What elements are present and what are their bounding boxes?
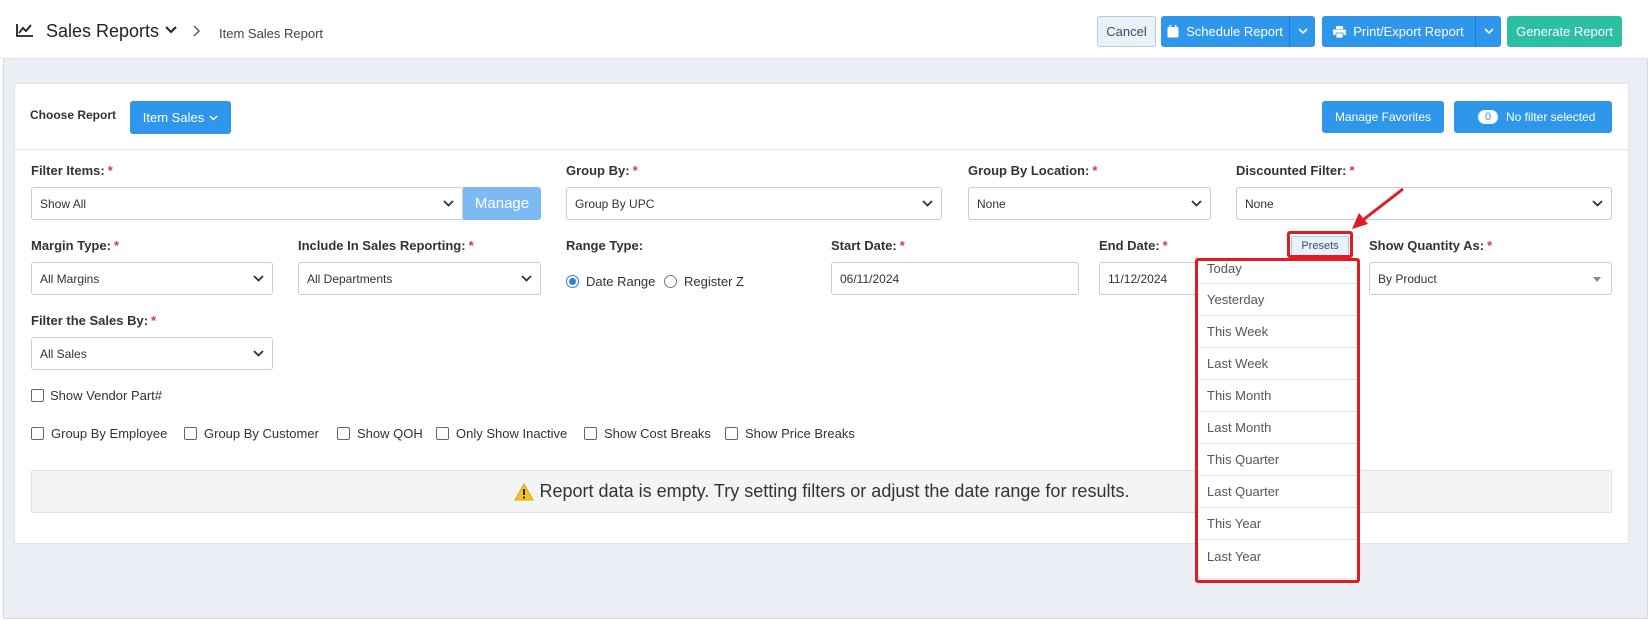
print-export-button[interactable]: Print/Export Report <box>1322 16 1475 47</box>
schedule-report-dropdown-toggle[interactable] <box>1289 16 1315 47</box>
discounted-filter-value: None <box>1245 196 1274 211</box>
chevron-down-icon <box>443 200 454 207</box>
filter-sales-by-label: Filter the Sales By: * <box>31 313 157 328</box>
print-export-label: Print/Export Report <box>1353 24 1464 39</box>
empty-report-alert: Report data is empty. Try setting filter… <box>31 470 1612 513</box>
choose-report-label: Choose Report <box>30 108 117 122</box>
presets-dropdown-highlight <box>1195 258 1360 583</box>
discounted-filter-label: Discounted Filter: * <box>1236 163 1355 178</box>
margin-type-select[interactable]: All Margins <box>31 262 273 295</box>
end-date-input[interactable]: 11/12/2024 <box>1099 262 1209 295</box>
chevron-down-icon <box>1191 200 1202 207</box>
filter-status-button[interactable]: 0 No filter selected <box>1454 101 1612 133</box>
print-export-dropdown-toggle[interactable] <box>1475 16 1501 47</box>
show-vendor-part-label: Show Vendor Part# <box>50 388 163 403</box>
group-by-location-value: None <box>977 196 1006 211</box>
group-by-customer-checkbox[interactable] <box>184 427 197 440</box>
discounted-filter-select[interactable]: None <box>1236 187 1612 220</box>
show-qoh-label: Show QOH <box>357 426 423 441</box>
date-range-label: Date Range <box>586 274 656 289</box>
group-by-employee-label: Group By Employee <box>51 426 168 441</box>
show-quantity-label: Show Quantity As: * <box>1369 238 1493 253</box>
group-by-location-label: Group By Location: * <box>968 163 1098 178</box>
chevron-down-icon <box>253 275 264 282</box>
manage-items-button[interactable]: Manage <box>463 187 541 220</box>
include-sales-value: All Departments <box>307 271 393 286</box>
chevron-down-icon[interactable] <box>165 25 177 35</box>
report-type-dropdown[interactable]: Item Sales <box>130 101 231 134</box>
chevron-down-icon <box>209 114 218 121</box>
page-title[interactable]: Sales Reports <box>46 21 159 42</box>
end-date-label: End Date: * <box>1099 238 1168 253</box>
cancel-button[interactable]: Cancel <box>1097 16 1156 47</box>
only-show-inactive-label: Only Show Inactive <box>456 426 568 441</box>
include-sales-label: Include In Sales Reporting: * <box>298 238 474 253</box>
report-type-label: Item Sales <box>142 110 205 125</box>
start-date-value: 06/11/2024 <box>840 271 900 286</box>
register-z-label: Register Z <box>684 274 744 289</box>
show-price-breaks-checkbox[interactable] <box>725 427 738 440</box>
annotation-arrow-icon <box>1352 187 1404 229</box>
chevron-down-icon <box>1592 200 1603 207</box>
line-chart-icon <box>16 24 33 37</box>
schedule-report-button[interactable]: Schedule Report <box>1161 16 1289 47</box>
filter-count-badge: 0 <box>1478 110 1498 124</box>
register-z-radio[interactable] <box>664 275 677 288</box>
chevron-down-icon <box>1297 28 1308 35</box>
only-show-inactive-checkbox[interactable] <box>436 427 449 440</box>
show-cost-breaks-checkbox[interactable] <box>584 427 597 440</box>
show-quantity-select[interactable]: By Product <box>1369 262 1612 295</box>
range-type-label: Range Type: <box>566 238 644 253</box>
manage-favorites-button[interactable]: Manage Favorites <box>1322 101 1444 133</box>
include-sales-select[interactable]: All Departments <box>298 262 541 295</box>
filter-items-select[interactable]: Show All <box>31 187 463 220</box>
margin-type-label: Margin Type: * <box>31 238 119 253</box>
end-date-value: 11/12/2024 <box>1108 271 1168 286</box>
caret-down-icon <box>1593 277 1601 282</box>
group-by-value: Group By UPC <box>575 196 655 211</box>
show-price-breaks-label: Show Price Breaks <box>745 426 855 441</box>
group-by-label: Group By: * <box>566 163 638 178</box>
filter-sales-by-select[interactable]: All Sales <box>31 337 273 370</box>
date-range-radio[interactable] <box>566 275 579 288</box>
warning-icon <box>513 482 534 500</box>
chevron-down-icon <box>521 275 532 282</box>
top-bar: Sales Reports Item Sales Report Cancel S… <box>0 0 1648 59</box>
start-date-label: Start Date: * <box>831 238 905 253</box>
calendar-icon <box>1167 25 1179 38</box>
show-quantity-value: By Product <box>1378 271 1437 286</box>
chevron-right-icon <box>193 25 200 37</box>
margin-type-value: All Margins <box>40 271 100 286</box>
filter-items-value: Show All <box>40 196 87 211</box>
chevron-down-icon <box>922 200 933 207</box>
chevron-down-icon <box>253 350 264 357</box>
start-date-input[interactable]: 06/11/2024 <box>831 262 1079 295</box>
empty-report-message: Report data is empty. Try setting filter… <box>539 481 1130 501</box>
show-qoh-checkbox[interactable] <box>337 427 350 440</box>
group-by-employee-checkbox[interactable] <box>31 427 44 440</box>
group-by-customer-label: Group By Customer <box>204 426 319 441</box>
chevron-down-icon <box>1483 28 1494 35</box>
group-by-select[interactable]: Group By UPC <box>566 187 942 220</box>
group-by-location-select[interactable]: None <box>968 187 1211 220</box>
printer-icon <box>1333 25 1347 38</box>
section-divider <box>15 149 1628 150</box>
show-vendor-part-checkbox[interactable] <box>31 389 44 402</box>
schedule-report-label: Schedule Report <box>1186 24 1283 39</box>
breadcrumb-current: Item Sales Report <box>219 26 324 41</box>
filter-items-label: Filter Items: * <box>31 163 113 178</box>
filter-sales-by-value: All Sales <box>40 346 87 361</box>
filter-status-label: No filter selected <box>1506 110 1596 124</box>
generate-report-button[interactable]: Generate Report <box>1507 16 1622 47</box>
show-cost-breaks-label: Show Cost Breaks <box>604 426 711 441</box>
